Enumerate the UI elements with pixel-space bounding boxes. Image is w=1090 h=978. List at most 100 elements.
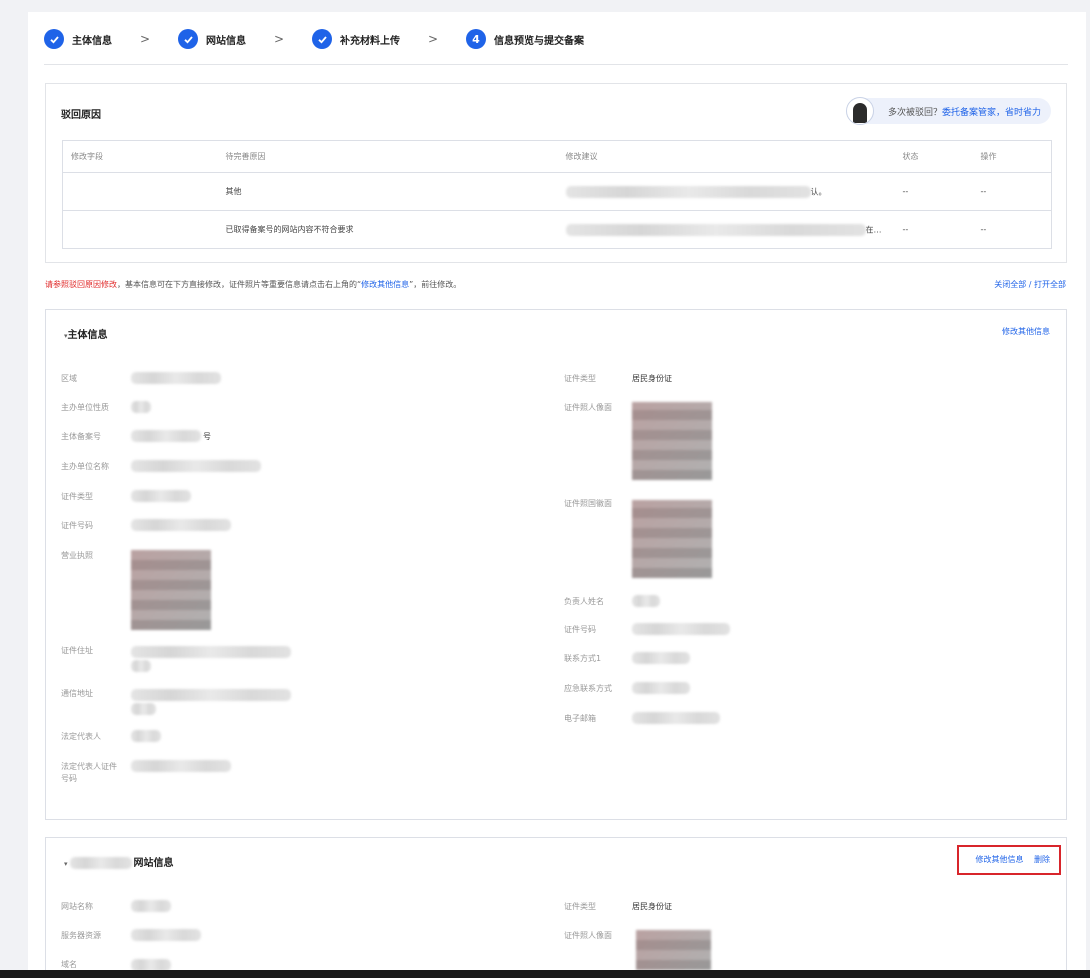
column-header: 操作 [972, 140, 1052, 173]
redacted-value [131, 490, 191, 502]
step-website-info[interactable]: 网站信息 [178, 29, 246, 49]
step-supplementary-upload[interactable]: 补充材料上传 [312, 29, 400, 49]
notice-text: ，基本信息可在下方直接修改，证件照片等重要信息请点击右上角的“ [117, 280, 362, 289]
section-title[interactable]: ▾主体信息 [64, 326, 108, 341]
table-row: 已取得备案号的网站内容不符合要求 在… -- -- [62, 210, 1052, 249]
field-label: 负责人姓名 [564, 597, 604, 606]
section-title[interactable]: ▾ 网站信息 [64, 854, 174, 869]
field-label: 证件号码 [564, 625, 596, 634]
highlight-box [957, 845, 1061, 875]
cell-reason: 其他 [217, 172, 558, 211]
field-label: 证件住址 [61, 646, 93, 655]
field-label: 电子邮箱 [564, 714, 596, 723]
field-label: 证件类型 [564, 902, 596, 911]
helper-text: 多次被驳回？ [887, 107, 942, 118]
redacted-text [565, 223, 866, 236]
field-label: 服务器资源 [61, 931, 101, 940]
redacted-value [632, 623, 730, 635]
redacted-text [565, 185, 811, 198]
caret-down-icon: ▾ [64, 860, 68, 868]
redacted-value [632, 652, 690, 664]
redacted-value [632, 712, 720, 724]
id-portrait-image[interactable] [632, 402, 712, 480]
field-label: 网站名称 [61, 902, 93, 911]
redacted-value [131, 372, 221, 384]
field-label: 证件照人像面 [564, 931, 612, 940]
redacted-value [131, 760, 231, 772]
step-label: 主体信息 [72, 35, 112, 47]
step-label: 网站信息 [206, 35, 246, 47]
cell-suggestion: 认。 [557, 172, 895, 211]
progress-steps: 主体信息 > 网站信息 > 补充材料上传 > 4 信息预览与提交备案 [44, 26, 1064, 52]
redacted-value [131, 430, 201, 442]
redacted-value [131, 929, 201, 941]
step-preview-submit[interactable]: 4 信息预览与提交备案 [466, 29, 584, 49]
redacted-value [131, 646, 291, 658]
cell-action: -- [972, 210, 1052, 249]
column-header: 修改字段 [62, 140, 218, 173]
cell-field [62, 172, 218, 211]
business-license-image[interactable] [131, 550, 211, 630]
step-label: 信息预览与提交备案 [494, 35, 584, 47]
column-header: 待完善原因 [217, 140, 558, 173]
reject-title: 驳回原因 [61, 110, 101, 121]
step-label: 补充材料上传 [340, 35, 400, 47]
chevron-right-icon: > [427, 32, 439, 46]
divider [44, 64, 1068, 65]
field-label: 区域 [61, 374, 77, 383]
redacted-value [131, 689, 291, 701]
field-label: 营业执照 [61, 551, 93, 560]
cell-status: -- [894, 210, 973, 249]
field-label: 主办单位名称 [61, 462, 109, 471]
redacted-value [131, 460, 261, 472]
cell-reason: 已取得备案号的网站内容不符合要求 [217, 210, 558, 249]
field-label: 证件类型 [564, 374, 596, 383]
section-title-text: 网站信息 [133, 858, 174, 869]
cell-suggestion: 在… [557, 210, 895, 249]
field-label: 主办单位性质 [61, 403, 109, 412]
redacted-text [69, 857, 132, 869]
table-row: 其他 认。 -- -- [62, 172, 1052, 211]
field-label: 主体备案号 [61, 432, 101, 441]
table-header-row: 修改字段 待完善原因 修改建议 状态 操作 [62, 140, 1052, 173]
chevron-right-icon: > [139, 32, 151, 46]
redacted-value [131, 519, 231, 531]
field-value: 居民身份证 [632, 374, 672, 383]
reject-reasons-panel: 驳回原因 多次被驳回？ 委托备案管家，省时省力 修改字段 待完善原因 修改建议 … [45, 83, 1067, 263]
column-header: 修改建议 [557, 140, 895, 173]
check-icon [178, 29, 198, 49]
field-label: 证件照人像面 [564, 403, 612, 412]
bottom-bar [0, 970, 1090, 978]
field-label: 通信地址 [61, 689, 93, 698]
field-label: 联系方式1 [564, 654, 602, 663]
edit-other-info-link[interactable]: 修改其他信息 [1002, 326, 1050, 337]
id-emblem-image[interactable] [632, 500, 712, 578]
field-label: 法定代表人 [61, 732, 101, 741]
cell-status: -- [894, 172, 973, 211]
step-number: 4 [466, 29, 486, 49]
managed-service-banner[interactable]: 多次被驳回？ 委托备案管家，省时省力 [845, 97, 1051, 125]
suggestion-tail: 认。 [810, 187, 827, 196]
cell-action: -- [972, 172, 1052, 211]
suggestion-tail: 在… [865, 225, 882, 234]
check-icon [312, 29, 332, 49]
edit-notice: 请参照驳回原因修改，基本信息可在下方直接修改，证件照片等重要信息请点击右上角的“… [45, 279, 461, 290]
redacted-value [632, 682, 690, 694]
chevron-right-icon: > [273, 32, 285, 46]
redacted-value [131, 401, 151, 413]
notice-text-end: ”，前往修改。 [409, 280, 462, 289]
id-portrait-image[interactable] [636, 930, 711, 970]
managed-service-link[interactable]: 委托备案管家，省时省力 [942, 105, 1041, 118]
field-label: 应急联系方式 [564, 684, 612, 693]
redacted-value [131, 703, 156, 715]
field-label: 法定代表人证件号码 [61, 762, 117, 783]
section-title-text: 主体信息 [67, 330, 108, 341]
notice-edit-link[interactable]: 修改其他信息 [361, 280, 409, 289]
cell-field [62, 210, 218, 249]
step-subject-info[interactable]: 主体信息 [44, 29, 112, 49]
redacted-value [632, 595, 660, 607]
collapse-expand-all-toggle[interactable]: 关闭全部 / 打开全部 [994, 279, 1066, 290]
field-value: 居民身份证 [632, 902, 672, 911]
field-label: 证件类型 [61, 492, 93, 501]
check-icon [44, 29, 64, 49]
